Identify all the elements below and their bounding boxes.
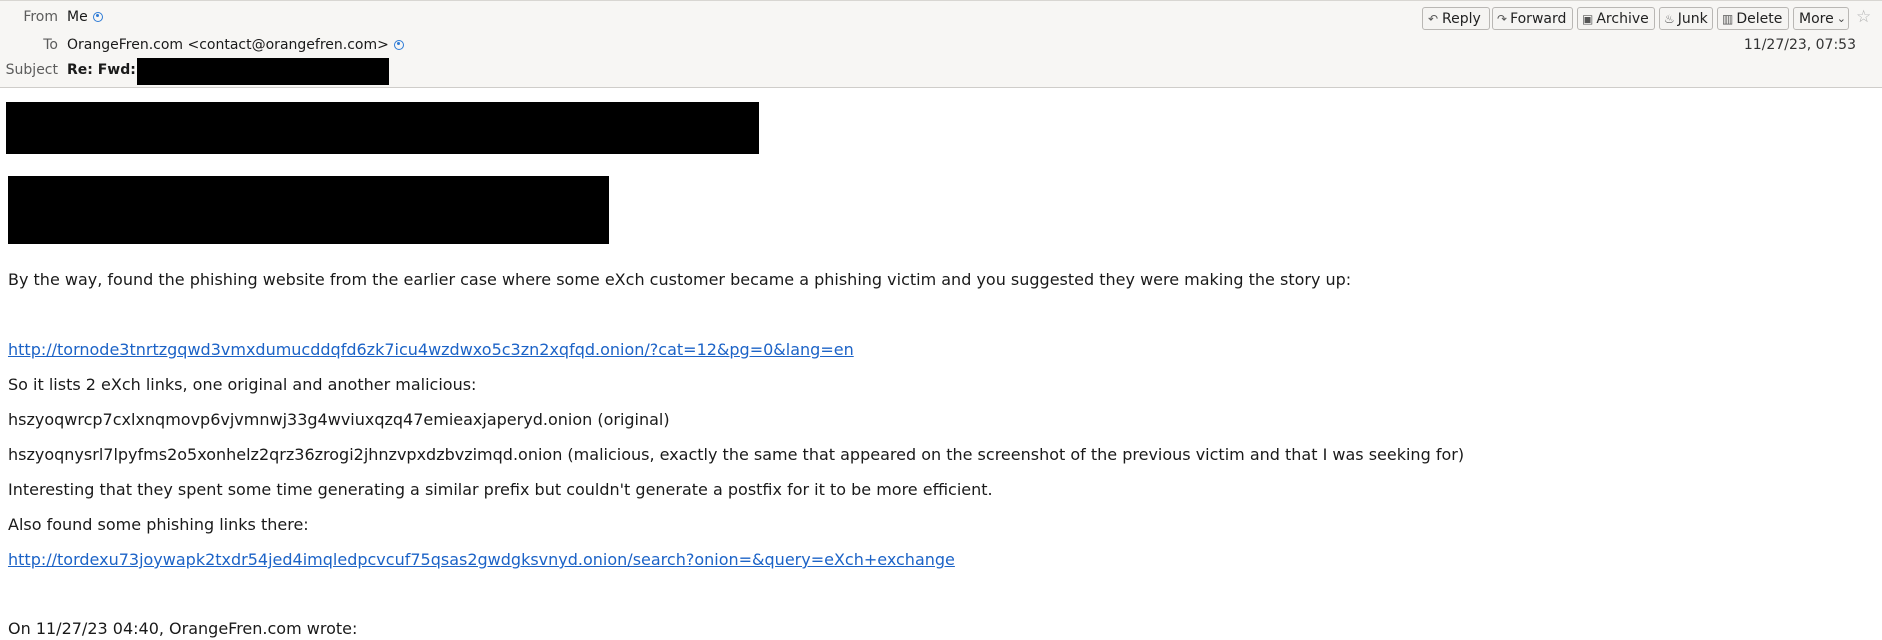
from-field[interactable]: Me: [67, 9, 103, 25]
redacted-block: [8, 176, 609, 244]
chevron-down-icon: ⌄: [1836, 12, 1846, 25]
body-paragraph: hszyoqwrcp7cxlxnqmovp6vjvmnwj33g4wviuxqz…: [8, 410, 670, 429]
forward-button[interactable]: ↷ Forward: [1492, 7, 1573, 30]
delete-button[interactable]: ▥ Delete: [1717, 7, 1789, 30]
to-label: To: [43, 37, 58, 53]
body-paragraph: So it lists 2 eXch links, one original a…: [8, 375, 477, 394]
subject-field: Re: Fwd:: [67, 62, 136, 78]
forward-label: Forward: [1510, 10, 1567, 27]
from-label: From: [23, 9, 58, 25]
onion-link[interactable]: http://tornode3tnrtzgqwd3vmxdumucddqfd6z…: [8, 340, 854, 359]
more-button[interactable]: More ⌄: [1793, 7, 1849, 30]
forward-arrow-icon: ↷: [1497, 11, 1508, 26]
trash-icon: ▥: [1722, 11, 1734, 26]
message-header: From Me To OrangeFren.com <contact@orang…: [0, 0, 1882, 88]
body-paragraph: hszyoqnysrl7lpyfms2o5xonhelz2qrz36zrogi2…: [8, 445, 1465, 464]
archive-box-icon: ▣: [1582, 11, 1594, 26]
to-field[interactable]: OrangeFren.com <contact@orangefren.com>: [67, 37, 404, 53]
reply-button[interactable]: ↶ Reply: [1422, 7, 1490, 30]
body-paragraph: Also found some phishing links there:: [8, 515, 309, 534]
from-value[interactable]: Me: [67, 9, 88, 25]
junk-flame-icon: ♨: [1664, 11, 1675, 26]
junk-label: Junk: [1677, 10, 1708, 27]
contact-card-icon[interactable]: [92, 12, 103, 22]
more-label: More: [1799, 10, 1834, 27]
to-value[interactable]: OrangeFren.com <contact@orangefren.com>: [67, 37, 389, 53]
star-icon[interactable]: ☆: [1856, 7, 1871, 27]
subject-redaction: [137, 58, 389, 85]
delete-label: Delete: [1736, 10, 1783, 27]
message-date: 11/27/23, 07:53: [1743, 37, 1856, 53]
reply-arrow-icon: ↶: [1427, 11, 1439, 26]
subject-label: Subject: [5, 62, 58, 78]
body-paragraph: Interesting that they spent some time ge…: [8, 480, 993, 499]
archive-button[interactable]: ▣ Archive: [1577, 7, 1655, 30]
body-paragraph: By the way, found the phishing website f…: [8, 270, 1352, 289]
archive-label: Archive: [1596, 10, 1649, 27]
quote-header: On 11/27/23 04:40, OrangeFren.com wrote:: [8, 619, 358, 638]
contact-card-icon[interactable]: [393, 40, 404, 50]
onion-link[interactable]: http://tordexu73joywapk2txdr54jed4imqled…: [8, 550, 955, 569]
subject-value: Re: Fwd:: [67, 62, 136, 78]
reply-label: Reply: [1442, 10, 1481, 27]
redacted-block: [6, 102, 759, 154]
junk-button[interactable]: ♨ Junk: [1659, 7, 1713, 30]
